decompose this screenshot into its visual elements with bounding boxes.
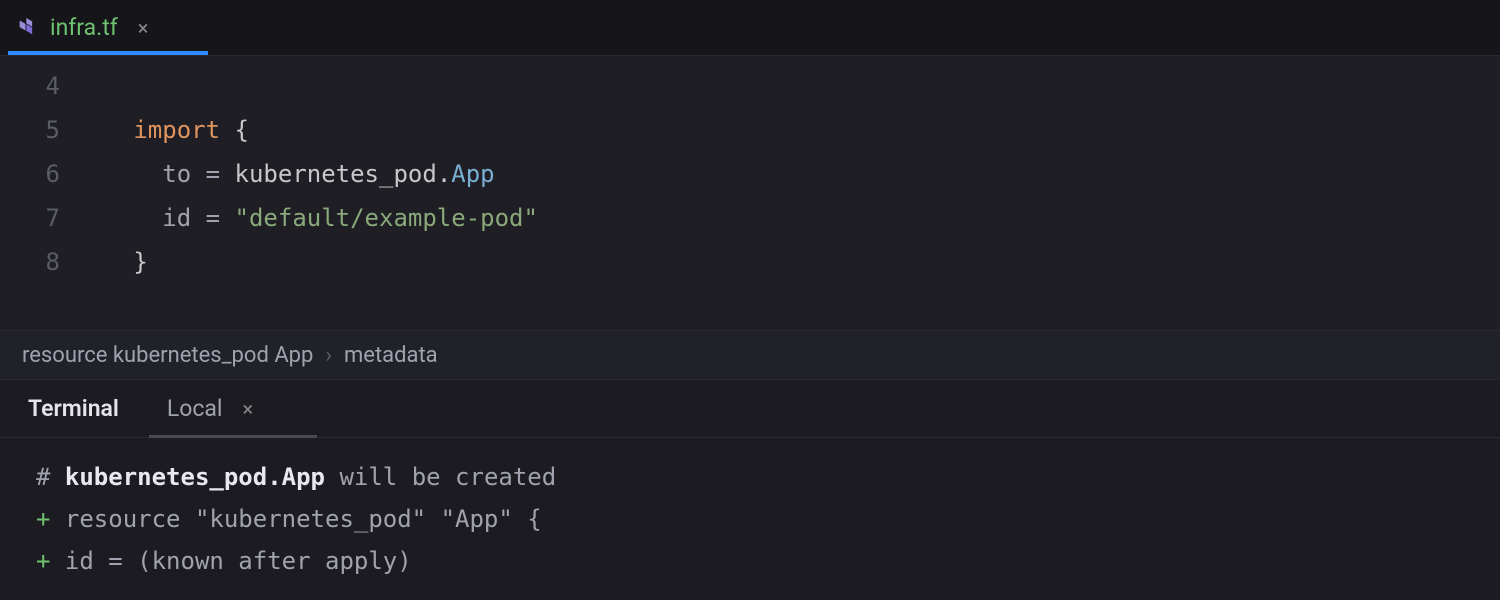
term-text: will be created [325,463,556,491]
brace-open: { [235,116,249,144]
chevron-right-icon: › [325,343,332,368]
line-number: 7 [0,204,90,232]
breadcrumb-segment[interactable]: metadata [344,343,438,368]
string-literal: "default/example-pod" [235,204,538,232]
term-plus: + [36,505,50,533]
attr-id: id [162,204,191,232]
active-tab-indicator [8,51,208,55]
terminal-tab-local[interactable]: Local × [163,380,257,437]
term-bold: kubernetes_pod.App [65,463,325,491]
line-number: 8 [0,248,90,276]
editor-container: infra.tf × 4 5 import { 6 to = kubernete… [0,0,1500,600]
terminal-output[interactable]: # kubernetes_pod.App will be created + r… [0,438,1500,600]
term-plus: + [36,547,50,575]
file-tab-label: infra.tf [50,14,118,41]
terminal-tab-label: Terminal [28,395,119,422]
code-editor[interactable]: 4 5 import { 6 to = kubernetes_pod.App 7… [0,56,1500,330]
term-text: id = (known after apply) [50,547,411,575]
close-icon[interactable]: × [243,397,254,421]
term-text: # [36,463,65,491]
code-line: 8 } [0,240,1500,284]
breadcrumb[interactable]: resource kubernetes_pod App › metadata [0,330,1500,380]
keyword-import: import [133,116,220,144]
terminal-tabs: Terminal Local × [0,380,1500,438]
file-tab[interactable]: infra.tf × [0,0,166,55]
terminal-line: + id = (known after apply) [36,540,1464,582]
terminal-panel: Terminal Local × # kubernetes_pod.App wi… [0,380,1500,600]
terminal-line: # kubernetes_pod.App will be created [36,456,1464,498]
tab-underline [149,435,317,438]
breadcrumb-segment[interactable]: resource kubernetes_pod App [22,343,313,368]
brace-close: } [133,248,147,276]
code-line: 7 id = "default/example-pod" [0,196,1500,240]
term-text: resource "kubernetes_pod" "App" { [50,505,541,533]
terminal-tab-label: Local [167,395,223,422]
code-line: 5 import { [0,108,1500,152]
close-icon[interactable]: × [138,16,149,40]
terraform-icon [18,18,38,38]
attr-to: to [162,160,191,188]
equals: = [206,204,220,232]
tabs-bar: infra.tf × [0,0,1500,56]
dot: . [437,160,451,188]
property: App [451,160,494,188]
line-number: 5 [0,116,90,144]
identifier: kubernetes_pod [235,160,437,188]
line-number: 6 [0,160,90,188]
terminal-line: + resource "kubernetes_pod" "App" { [36,498,1464,540]
code-line: 4 [0,64,1500,108]
code-line: 6 to = kubernetes_pod.App [0,152,1500,196]
line-number: 4 [0,72,90,100]
equals: = [206,160,220,188]
terminal-tab-main[interactable]: Terminal [24,380,123,437]
